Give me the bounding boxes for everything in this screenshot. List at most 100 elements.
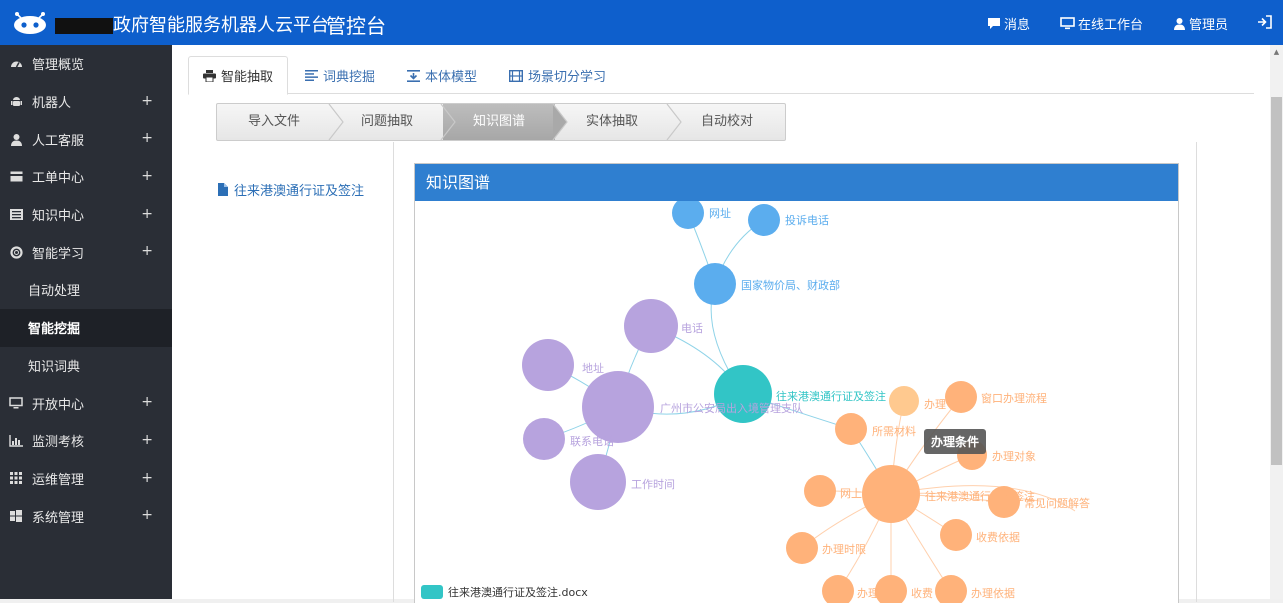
print-icon <box>203 69 216 82</box>
admin-link[interactable]: 管理员 <box>1173 14 1228 33</box>
graph-node[interactable] <box>748 204 780 236</box>
expand-icon: + <box>141 243 153 260</box>
list-lines-icon <box>305 70 318 81</box>
sidebar-item-open-center[interactable]: 开放中心 + <box>0 384 172 422</box>
node-label: 广州市公安局出入境管理支队 <box>660 401 803 415</box>
graph-node[interactable] <box>940 519 972 551</box>
messages-link[interactable]: 消息 <box>987 14 1030 33</box>
sidebar-item-knowledge-center[interactable]: 知识中心 + <box>0 196 172 234</box>
graph-node[interactable] <box>862 465 920 523</box>
tab-scene-segmentation[interactable]: 场景切分学习 <box>495 56 620 95</box>
sidebar-item-ticket-center[interactable]: 工单中心 + <box>0 158 172 196</box>
graph-node[interactable] <box>624 299 678 353</box>
sidebar-item-smart-learning[interactable]: 智能学习 + <box>0 233 172 271</box>
legend-swatch <box>421 585 443 599</box>
sidebar-item-label: 机器人 <box>32 96 72 112</box>
graph-node[interactable] <box>835 413 867 445</box>
grid-icon <box>9 471 23 485</box>
monitor-icon <box>1060 17 1075 30</box>
user-icon <box>9 132 23 146</box>
online-workbench-link[interactable]: 在线工作台 <box>1060 14 1143 33</box>
top-bar: 政府智能服务机器人云平台 管控台 消息 在线工作台 管理员 <box>0 0 1283 45</box>
panel-title: 知识图谱 <box>415 164 1178 201</box>
sidebar-item-label: 开放中心 <box>32 397 85 413</box>
node-label: 国家物价局、财政部 <box>741 278 840 292</box>
graph-node[interactable] <box>672 201 704 229</box>
windows-icon <box>9 509 23 523</box>
online-workbench-label: 在线工作台 <box>1078 18 1144 33</box>
sidebar: 管理概览 机器人 + 人工客服 + 工单中心 + 知识中心 + 智能学习 + 自… <box>0 45 172 599</box>
node-label: 联系电话 <box>570 435 614 448</box>
film-icon <box>509 69 523 82</box>
sidebar-subitem-knowledge-dictionary[interactable]: 知识词典 <box>0 346 172 385</box>
node-label: 办理 <box>857 587 879 600</box>
tab-bar: 智能抽取 词典挖掘 本体模型 场景切分学习 <box>188 54 1254 95</box>
tab-ontology-model[interactable]: 本体模型 <box>393 56 491 95</box>
graph-node[interactable] <box>523 418 565 460</box>
graph-legend[interactable]: 往来港澳通行证及签注.docx <box>421 585 588 599</box>
sidebar-item-ops[interactable]: 运维管理 + <box>0 460 172 498</box>
logout-icon[interactable] <box>1257 15 1272 29</box>
android-icon <box>9 95 23 109</box>
message-icon <box>988 18 1000 29</box>
scrollbar-thumb[interactable] <box>1271 97 1282 465</box>
node-label: 窗口办理流程 <box>981 391 1047 405</box>
graph-edges <box>543 212 892 495</box>
node-label: 收费依据 <box>976 530 1020 544</box>
expand-icon: + <box>141 168 153 185</box>
scroll-up-arrow-icon[interactable]: ▲ <box>1271 48 1282 58</box>
sidebar-item-label: 人工客服 <box>32 133 85 149</box>
node-label: 网上 <box>840 487 862 500</box>
node-label: 投诉电话 <box>785 213 829 227</box>
graph-tooltip: 办理条件 <box>924 429 986 454</box>
sidebar-subitem-auto-process[interactable]: 自动处理 <box>0 271 172 309</box>
sidebar-subitem-smart-mining[interactable]: 智能挖掘 <box>0 308 172 347</box>
graph-node[interactable] <box>804 475 836 507</box>
card-icon <box>9 170 23 184</box>
lifebuoy-icon <box>9 245 23 259</box>
tab-label: 场景切分学习 <box>528 70 607 85</box>
expand-icon: + <box>141 507 153 524</box>
sidebar-item-label: 管理概览 <box>32 58 85 74</box>
sidebar-item-system[interactable]: 系统管理 + <box>0 497 172 535</box>
bar-chart-icon <box>9 434 23 448</box>
sidebar-item-label: 系统管理 <box>32 510 85 526</box>
file-item[interactable]: 往来港澳通行证及签注 <box>218 180 364 199</box>
sidebar-item-label: 智能挖掘 <box>28 322 81 338</box>
node-label: 办理时限 <box>822 543 866 556</box>
main-content: 智能抽取 词典挖掘 本体模型 场景切分学习 导入文件 问题抽取 知识图谱 实体抽… <box>172 45 1270 603</box>
platform-title: 政府智能服务机器人云平台 <box>55 11 329 37</box>
graph-node[interactable] <box>582 371 654 443</box>
graph-node[interactable] <box>945 381 977 413</box>
node-label: 办理对象 <box>992 449 1036 463</box>
graph-node[interactable] <box>786 532 818 564</box>
tab-smart-extraction[interactable]: 智能抽取 <box>188 56 289 95</box>
tab-label: 词典挖掘 <box>323 70 376 85</box>
graph-node[interactable] <box>570 454 626 510</box>
expand-icon: + <box>141 130 153 147</box>
tab-label: 本体模型 <box>425 70 478 85</box>
knowledge-graph-panel: 知识图谱 网址 投诉电话 国家物价局、财政部 电话 地址 广州市公安局出入境管理… <box>414 163 1179 603</box>
platform-title-text: 政府智能服务机器人云平台 <box>113 15 329 36</box>
sidebar-item-human-service[interactable]: 人工客服 + <box>0 120 172 158</box>
sidebar-item-robot[interactable]: 机器人 + <box>0 83 172 121</box>
graph-node[interactable] <box>694 263 736 305</box>
redacted-block <box>55 18 113 34</box>
sidebar-item-overview[interactable]: 管理概览 <box>0 45 172 83</box>
sidebar-item-label: 智能学习 <box>32 246 85 262</box>
tab-dictionary-mining[interactable]: 词典挖掘 <box>291 56 389 95</box>
sidebar-item-monitoring[interactable]: 监测考核 + <box>0 422 172 460</box>
graph-node[interactable] <box>889 386 919 416</box>
file-name: 往来港澳通行证及签注 <box>234 184 365 199</box>
document-icon <box>218 183 228 196</box>
node-label: 办理依据 <box>971 586 1015 600</box>
step-wizard: 导入文件 问题抽取 知识图谱 实体抽取 自动校对 <box>216 103 786 141</box>
admin-label: 管理员 <box>1189 18 1229 33</box>
sidebar-item-label: 工单中心 <box>32 171 85 187</box>
file-list-pane: 往来港澳通行证及签注 <box>216 142 394 602</box>
knowledge-graph-canvas[interactable]: 网址 投诉电话 国家物价局、财政部 电话 地址 广州市公安局出入境管理支队 联系… <box>415 201 1179 603</box>
graph-node[interactable] <box>522 339 574 391</box>
node-label: 收费 <box>911 586 933 600</box>
monitor-icon <box>9 396 23 410</box>
user-icon <box>1174 18 1185 30</box>
